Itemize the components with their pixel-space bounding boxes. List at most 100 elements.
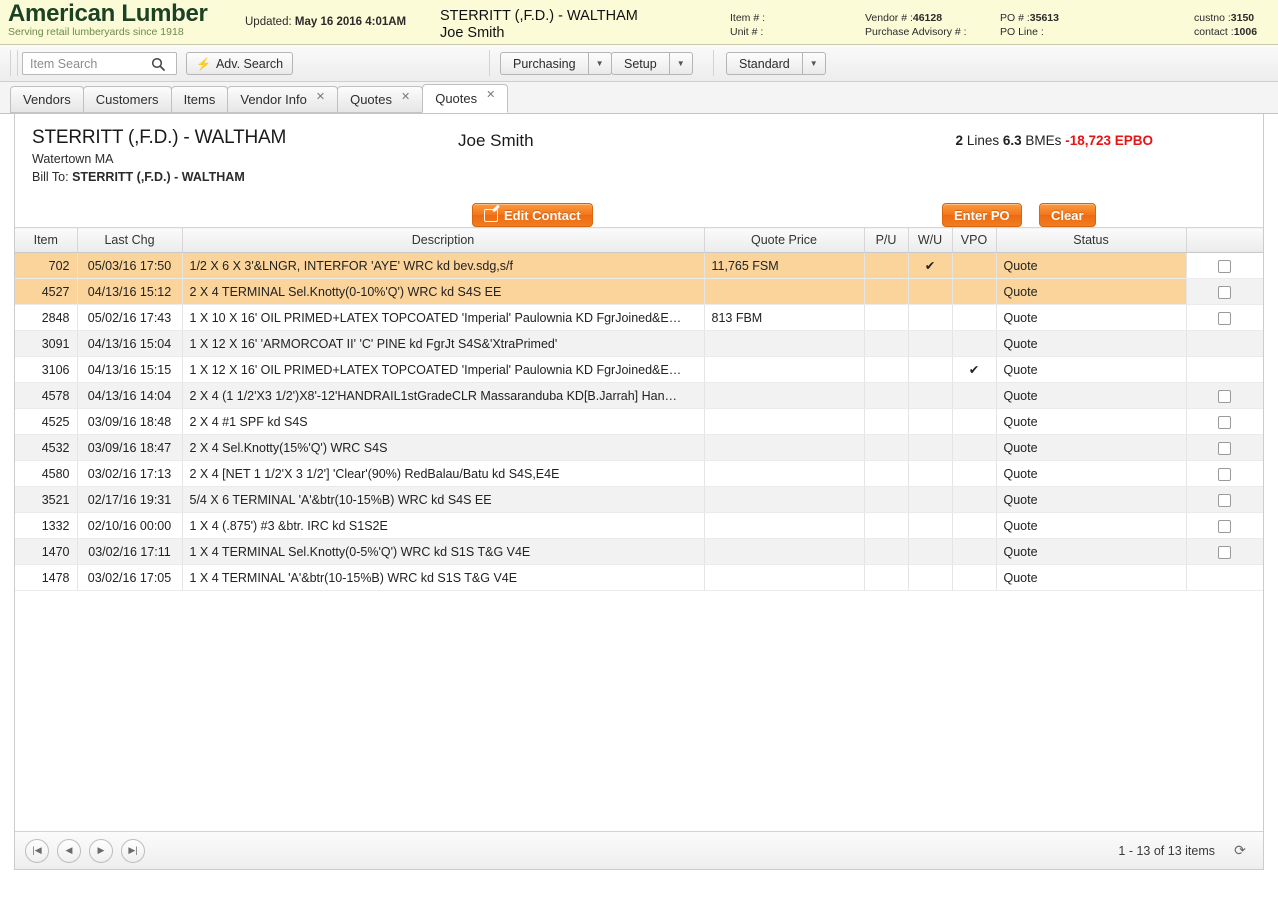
cell-select[interactable] (1186, 252, 1263, 279)
cell-select[interactable] (1186, 382, 1263, 409)
row-checkbox[interactable] (1218, 311, 1232, 325)
table-row[interactable]: 1478 03/02/16 17:05 1 X 4 TERMINAL 'A'&btr… (15, 564, 1263, 591)
table-body: 702 05/03/16 17:50 1/2 X 6 X 3'&LNGR, INTE… (15, 252, 1263, 591)
setup-menu[interactable]: Setup ▼ (611, 52, 693, 75)
first-page-icon[interactable]: |◀ (25, 838, 49, 863)
table-row[interactable]: 1470 03/02/16 17:11 1 X 4 TERMINAL Sel.Kno… (15, 538, 1263, 565)
cell-description: 2 X 4 #1 SPF kd S4S (182, 408, 705, 435)
cell-select[interactable] (1186, 460, 1263, 487)
column-header-description[interactable]: Description (182, 227, 705, 253)
prev-page-icon[interactable]: ◀ (57, 838, 81, 863)
row-checkbox[interactable] (1218, 467, 1232, 481)
purchasing-button[interactable]: Purchasing (500, 52, 588, 75)
cell-description: 2 X 4 TERMINAL Sel.Knotty(0-10%'Q') WRC … (182, 278, 705, 305)
table-row[interactable]: 1332 02/10/16 00:00 1 X 4 (.875') #3 &btr.… (15, 512, 1263, 539)
row-checkbox[interactable] (1218, 441, 1232, 455)
quote-summary: 2 Lines 6.3 BMEs -18,723 EPBO (956, 133, 1153, 148)
cell-pu (864, 330, 909, 357)
toolbar-separator (10, 50, 11, 76)
column-header-last-chg[interactable]: Last Chg (77, 227, 183, 253)
bolt-icon: ⚡ (196, 56, 211, 71)
close-icon[interactable]: ✕ (316, 92, 325, 103)
setup-button[interactable]: Setup (611, 52, 669, 75)
cell-status: Quote (996, 304, 1187, 331)
row-checkbox[interactable] (1218, 285, 1232, 299)
column-header-item[interactable]: Item (15, 227, 78, 253)
cell-item: 2848 (15, 304, 78, 331)
column-header-vpo[interactable]: VPO (952, 227, 997, 253)
purchase-advisory-label: Purchase Advisory # : (865, 26, 967, 38)
table-row[interactable]: 3521 02/17/16 19:31 5/4 X 6 TERMINAL 'A'&b… (15, 486, 1263, 513)
standard-button[interactable]: Standard (726, 52, 802, 75)
column-header-status[interactable]: Status (996, 227, 1187, 253)
chevron-down-icon[interactable]: ▼ (668, 52, 693, 75)
cell-select[interactable] (1186, 408, 1263, 435)
column-header-quote-price[interactable]: Quote Price (704, 227, 865, 253)
cell-vpo (952, 330, 997, 357)
refresh-icon[interactable]: ⟳ (1225, 842, 1255, 859)
cell-select[interactable] (1186, 278, 1263, 305)
cell-quote-price (704, 330, 865, 357)
table-row[interactable]: 4580 03/02/16 17:13 2 X 4 [NET 1 1/2'X 3 1… (15, 460, 1263, 487)
table-row[interactable]: 4525 03/09/16 18:48 2 X 4 #1 SPF kd S4S Quo… (15, 408, 1263, 435)
tab-quotes-4[interactable]: Quotes ✕ (337, 86, 424, 113)
table-row[interactable]: 4578 04/13/16 14:04 2 X 4 (1 1/2'X3 1/2')X… (15, 382, 1263, 409)
last-page-icon[interactable]: ▶| (121, 838, 145, 863)
cell-select[interactable] (1186, 356, 1263, 383)
tab-customers-1[interactable]: Customers (82, 86, 172, 113)
cell-select[interactable] (1186, 304, 1263, 331)
adv-search-button[interactable]: ⚡ Adv. Search (186, 52, 294, 75)
cell-pu (864, 460, 909, 487)
cell-quote-price: 11,765 FSM (704, 252, 865, 279)
chevron-down-icon[interactable]: ▼ (801, 52, 826, 75)
cell-select[interactable] (1186, 512, 1263, 539)
cell-status: Quote (996, 460, 1187, 487)
table-row[interactable]: 2848 05/02/16 17:43 1 X 10 X 16' OIL PRIME… (15, 304, 1263, 331)
search-box[interactable] (22, 52, 177, 75)
close-icon[interactable]: ✕ (401, 92, 410, 103)
column-header-select[interactable] (1186, 227, 1263, 253)
cell-pu (864, 252, 909, 279)
table-row[interactable]: 4532 03/09/16 18:47 2 X 4 Sel.Knotty(15%'Q… (15, 434, 1263, 461)
enter-po-button[interactable]: Enter PO (942, 203, 1022, 227)
cell-vpo (952, 382, 997, 409)
cell-item: 702 (15, 252, 78, 279)
edit-contact-button[interactable]: Edit Contact (472, 203, 593, 227)
cell-description: 5/4 X 6 TERMINAL 'A'&btr(10-15%B) WRC kd… (182, 486, 705, 513)
search-icon[interactable] (147, 57, 169, 71)
standard-menu[interactable]: Standard ▼ (726, 52, 826, 75)
cell-wu (908, 486, 953, 513)
row-checkbox[interactable] (1218, 493, 1232, 507)
tab-vendors-0[interactable]: Vendors (10, 86, 84, 113)
chevron-down-icon[interactable]: ▼ (587, 52, 612, 75)
close-icon[interactable]: ✕ (486, 90, 495, 101)
search-input[interactable] (23, 53, 147, 74)
column-header-p-u[interactable]: P/U (864, 227, 909, 253)
table-row[interactable]: 702 05/03/16 17:50 1/2 X 6 X 3'&LNGR, INTE… (15, 252, 1263, 279)
table-row[interactable]: 3091 04/13/16 15:04 1 X 12 X 16' 'ARMORCOA… (15, 330, 1263, 357)
cell-select[interactable] (1186, 486, 1263, 513)
table-header-row: Item Last Chg Description Quote Price P/U W/U… (15, 227, 1263, 253)
cell-description: 1 X 12 X 16' OIL PRIMED+LATEX TOPCOATED … (182, 356, 705, 383)
table-row[interactable]: 3106 04/13/16 15:15 1 X 12 X 16' OIL PRIME… (15, 356, 1263, 383)
cell-select[interactable] (1186, 538, 1263, 565)
row-checkbox[interactable] (1218, 259, 1232, 273)
cell-select[interactable] (1186, 564, 1263, 591)
clear-button[interactable]: Clear (1039, 203, 1096, 227)
table-row[interactable]: 4527 04/13/16 15:12 2 X 4 TERMINAL Sel.Kno… (15, 278, 1263, 305)
tab-vendor-info-3[interactable]: Vendor Info ✕ (227, 86, 339, 113)
tab-quotes-5[interactable]: Quotes ✕ (422, 84, 509, 113)
cell-select[interactable] (1186, 330, 1263, 357)
purchasing-menu[interactable]: Purchasing ▼ (500, 52, 612, 75)
bill-to: Bill To: STERRITT (,F.D.) - WALTHAM (32, 170, 245, 184)
row-checkbox[interactable] (1218, 519, 1232, 533)
app-banner: American Lumber Serving retail lumberyar… (0, 0, 1278, 45)
row-checkbox[interactable] (1218, 545, 1232, 559)
column-header-w-u[interactable]: W/U (908, 227, 953, 253)
row-checkbox[interactable] (1218, 415, 1232, 429)
next-page-icon[interactable]: ▶ (89, 838, 113, 863)
row-checkbox[interactable] (1218, 389, 1232, 403)
cell-select[interactable] (1186, 434, 1263, 461)
cell-status: Quote (996, 408, 1187, 435)
tab-items-2[interactable]: Items (170, 86, 229, 113)
